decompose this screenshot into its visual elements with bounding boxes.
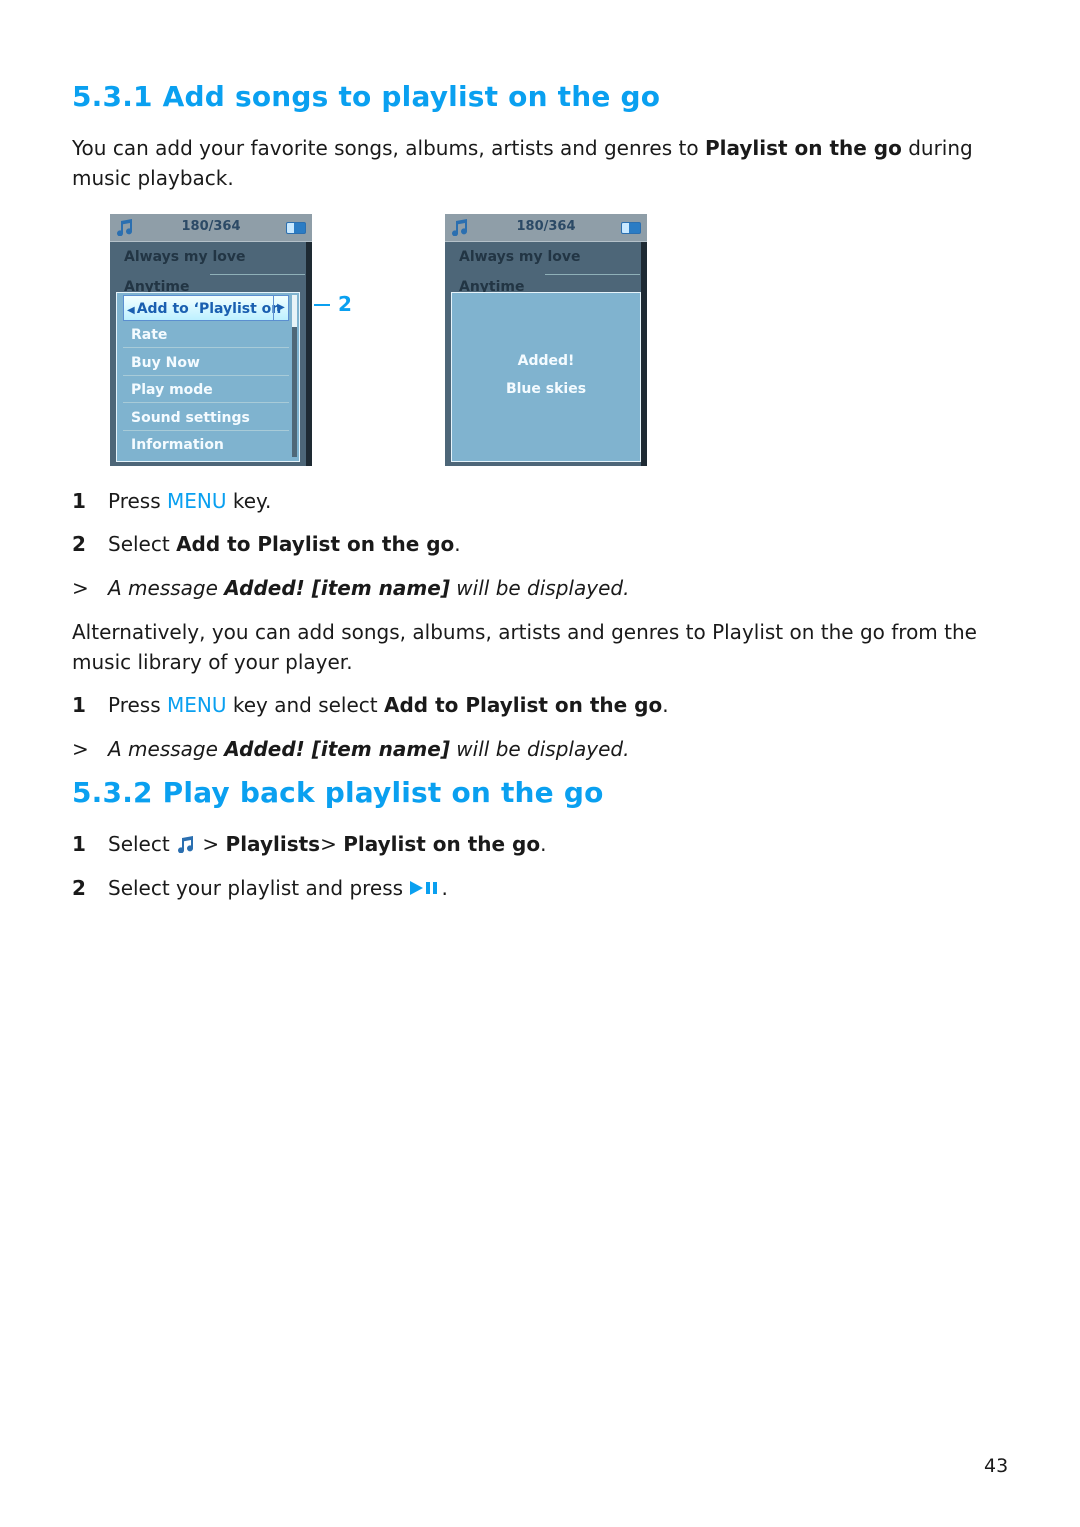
result-text: A message <box>108 576 225 600</box>
page-number: 43 <box>984 1455 1009 1477</box>
intro-paragraph: You can add your favorite songs, albums,… <box>72 133 992 193</box>
step-text: Select <box>108 832 177 856</box>
step-bold: Playlists <box>225 832 321 856</box>
step-text: Select <box>108 532 177 556</box>
added-message-popup: Added! Blue skies <box>451 292 641 462</box>
row-divider <box>545 274 640 275</box>
alt-step-1: 1 Press MENU key and select Add to Playli… <box>72 690 669 720</box>
step-bold: Playlist on the go <box>343 832 541 856</box>
play-pause-icon <box>410 881 438 895</box>
result-marker: > <box>72 737 89 761</box>
row-divider <box>210 274 305 275</box>
menu-item-buy-now[interactable]: Buy Now <box>123 350 289 376</box>
step-text: > <box>196 832 226 856</box>
track-counter: 180/364 <box>516 219 576 234</box>
added-message-title: Added! <box>517 353 575 369</box>
song-row: Always my love <box>459 249 581 265</box>
added-message-item: Blue skies <box>505 381 587 397</box>
status-bar: 180/364 <box>445 214 647 242</box>
menu-item-label: Add to ‘Playlist on <box>136 301 282 317</box>
song-row: Always my love <box>124 249 246 265</box>
menu-item-add-to-playlist[interactable]: ◀ Add to ‘Playlist on ▶ <box>123 295 289 321</box>
music-note-icon <box>178 836 194 853</box>
left-arrow-icon: ◀ <box>127 305 135 316</box>
intro-bold: Playlist on the go <box>704 136 902 160</box>
step-text: Press <box>108 489 167 513</box>
result-text: will be displayed. <box>449 576 630 600</box>
scrollbar-thumb[interactable] <box>292 295 297 327</box>
menu-item-play-mode[interactable]: Play mode <box>123 377 289 403</box>
step-bold: Add to Playlist on the go <box>384 693 663 717</box>
step-text: . <box>662 693 669 717</box>
list-scrollbar <box>306 242 312 466</box>
menu-key-label: MENU <box>167 693 227 717</box>
result-1: > A message Added! [item name] will be di… <box>72 573 629 603</box>
result-text: will be displayed. <box>449 737 630 761</box>
menu-item-information[interactable]: Information <box>123 432 289 458</box>
step-text: . <box>540 832 547 856</box>
result-marker: > <box>72 576 89 600</box>
result-bold: Added! [item name] <box>224 737 450 761</box>
step-number: 1 <box>72 693 86 717</box>
step-text: . <box>454 532 461 556</box>
track-counter: 180/364 <box>181 219 241 234</box>
step-text: key and select <box>226 693 384 717</box>
result-2: > A message Added! [item name] will be di… <box>72 734 629 764</box>
step-number: 2 <box>72 532 86 556</box>
menu-item-sound-settings[interactable]: Sound settings <box>123 405 289 431</box>
menu-scrollbar[interactable] <box>292 295 297 457</box>
status-bar: 180/364 <box>110 214 312 242</box>
step-text: Press <box>108 693 167 717</box>
step-number: 1 <box>72 489 86 513</box>
step-text: Select your playlist and press <box>108 876 410 900</box>
menu-item-rate[interactable]: Rate <box>123 322 289 348</box>
list-scrollbar <box>641 242 647 466</box>
alternative-paragraph: Alternatively, you can add songs, albums… <box>72 620 977 674</box>
callout-line <box>314 304 330 306</box>
step-text: key. <box>226 489 272 513</box>
section-heading-play-back: 5.3.2 Play back playlist on the go <box>72 776 604 809</box>
result-bold: Added! [item name] <box>224 576 450 600</box>
section-heading-add-songs: 5.3.1 Add songs to playlist on the go <box>72 80 661 113</box>
menu-key-label: MENU <box>167 489 227 513</box>
step-bold: Add to Playlist on the go <box>176 532 455 556</box>
step-number: 1 <box>72 832 86 856</box>
step-2: 2 Select Add to Playlist on the go. <box>72 529 461 559</box>
step-text: > <box>320 832 344 856</box>
intro-text: You can add your favorite songs, albums,… <box>72 136 705 160</box>
right-arrow-icon: ▶ <box>273 296 288 320</box>
play-step-1: 1 Select > Playlists> Playlist on the go. <box>72 829 546 859</box>
battery-icon <box>621 222 641 234</box>
step-text: . <box>441 876 448 900</box>
play-step-2: 2 Select your playlist and press . <box>72 873 448 903</box>
result-text: A message <box>108 737 225 761</box>
device-screen-added: 180/364 Always my love Anytime Added! Bl… <box>445 214 647 466</box>
step-number: 2 <box>72 876 86 900</box>
callout-number: 2 <box>338 292 352 316</box>
battery-icon <box>286 222 306 234</box>
step-1: 1 Press MENU key. <box>72 486 271 516</box>
device-screen-menu: 180/364 Always my love Anytime ◀ Add to ‘… <box>110 214 312 466</box>
context-menu: ◀ Add to ‘Playlist on ▶ Rate Buy Now Play … <box>116 292 300 462</box>
